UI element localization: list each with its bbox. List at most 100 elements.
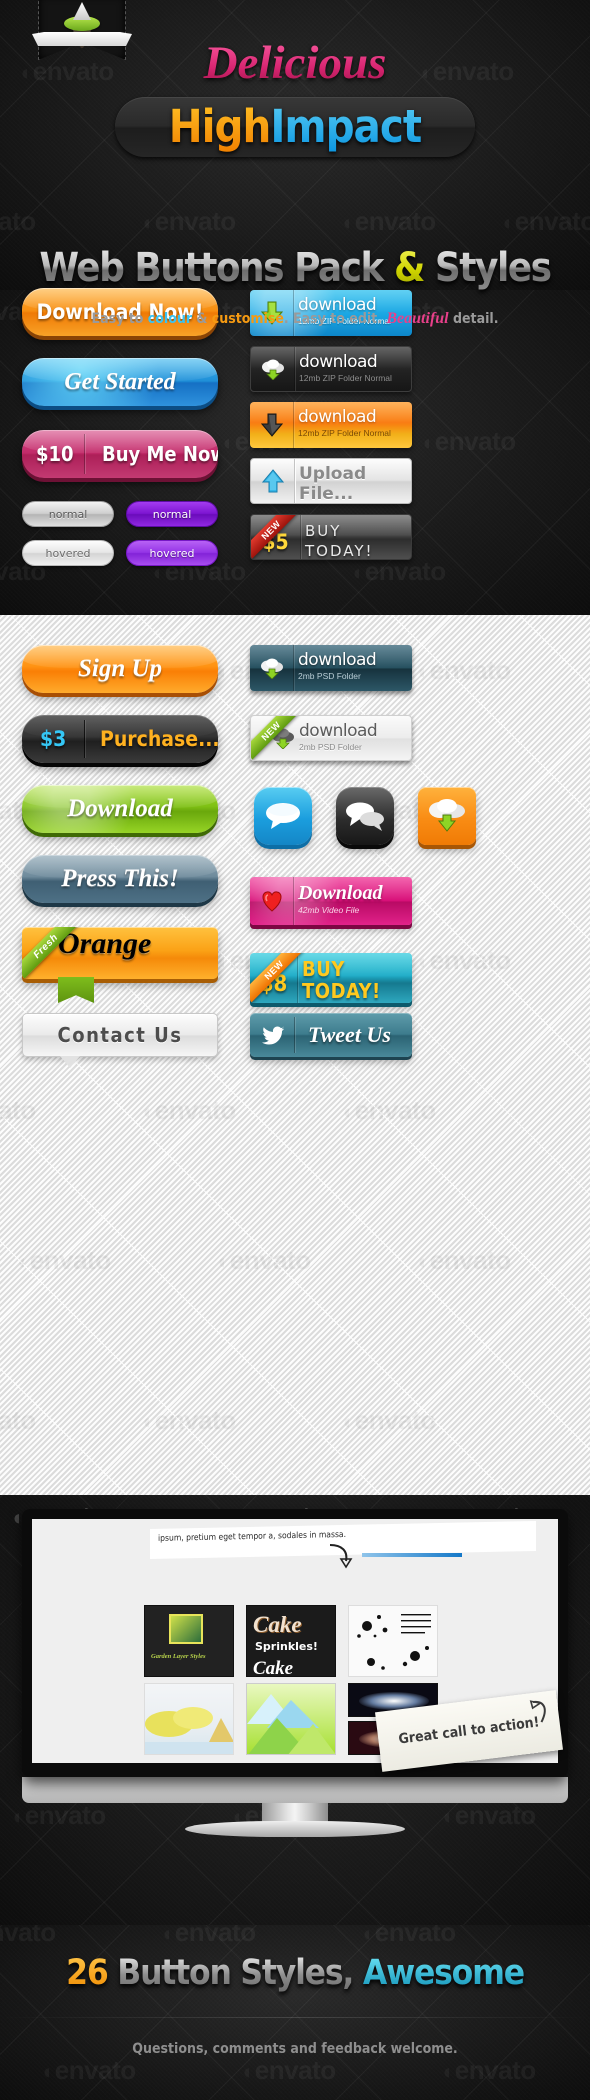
download-video-button[interactable]: Download 42mb Video File	[250, 877, 412, 925]
get-started-button[interactable]: Get Started	[22, 358, 218, 406]
chat-bubble-icon	[266, 803, 300, 829]
ribbon-banner	[32, 32, 132, 46]
watermark: envato	[440, 2055, 536, 2086]
button-text-group: BUY TODAY! Instant Fast Download	[302, 958, 408, 1003]
state-label: hovered	[45, 546, 91, 560]
footer-section: envato envato envato envato envato envat…	[0, 1925, 590, 2100]
tweet-us-label: Tweet Us	[308, 1022, 391, 1047]
upload-title: Upload File...	[299, 464, 367, 504]
tagline-b: &	[192, 311, 212, 327]
crosshatch-overlay	[0, 1925, 590, 2100]
tweet-us-button[interactable]: Tweet Us	[250, 1013, 412, 1057]
upload-file-button[interactable]: Upload File... 10mb Max Filesize	[250, 458, 412, 504]
thumbnail[interactable]	[348, 1605, 438, 1677]
thumbnail[interactable]	[144, 1683, 234, 1755]
watermark-layer: envato envato envato envato envato envat…	[0, 1925, 590, 2100]
watermark: envato	[140, 206, 236, 237]
download-amber-button[interactable]: download 12mb ZIP Folder Normal	[250, 402, 412, 448]
download-subtitle: 2mb PSD Folder	[298, 671, 361, 681]
sign-up-label: Sign Up	[77, 655, 163, 682]
page-title-part2: Styles	[423, 245, 552, 291]
showcase-section: envato envato envato envato envato envat…	[0, 1495, 590, 1925]
app-icon-sky[interactable]	[254, 787, 312, 845]
cloud-download-glyph	[260, 658, 283, 679]
download-green-button[interactable]: Download	[22, 785, 218, 833]
thumb-art	[357, 1614, 431, 1670]
new-ribbon: NEW	[250, 953, 308, 1003]
download-title: download	[299, 721, 378, 741]
new-ribbon: NEW	[251, 716, 303, 760]
watermark: envato	[340, 1405, 436, 1436]
thumbnail[interactable]: Garden Layer Styles	[144, 1605, 234, 1677]
sticky-note-text: Great call to action!	[397, 1714, 541, 1748]
download-teal-button[interactable]: download 2mb PSD Folder	[250, 645, 412, 691]
blue-up-arrow-icon	[251, 459, 295, 503]
state-silver-hovered[interactable]: hovered	[22, 540, 114, 566]
monitor-base	[185, 1821, 405, 1837]
state-silver-normal[interactable]: normal	[22, 501, 114, 527]
download-subtitle: 12mb ZIP Folder Normal	[299, 373, 392, 383]
contact-us-callout-tail	[60, 1056, 80, 1068]
press-this-button[interactable]: Press This!	[22, 855, 218, 903]
contact-us-button[interactable]: Contact Us	[22, 1013, 218, 1057]
thumbnail[interactable]: Cake Sprinkles! Cake	[246, 1605, 336, 1677]
watermark: envato	[340, 1095, 436, 1126]
poster-page: envato envato envato envato envato envat…	[0, 0, 590, 2100]
download-title: download	[298, 650, 377, 670]
cloud-download-icon	[429, 799, 465, 832]
download-black-button[interactable]: download 12mb ZIP Folder Normal	[250, 346, 412, 392]
watermark: envato	[0, 1095, 36, 1126]
two-bubbles-icon	[346, 802, 384, 831]
island-ribbon-logo	[32, 0, 132, 78]
button-text-group: download 2mb PSD Folder	[298, 650, 408, 682]
tagline-customise: customise	[211, 311, 284, 327]
button-text-group: download 12mb ZIP Folder Normal	[299, 352, 407, 384]
new-ribbon: NEW	[251, 515, 303, 559]
tagline-colour: colour	[147, 311, 193, 327]
dark-down-arrow-icon	[250, 402, 294, 448]
watermark: envato	[415, 655, 511, 686]
brand-impact-text: Impact	[270, 100, 422, 153]
green-bookmark-tab	[58, 977, 94, 1003]
watermark: envato	[140, 1095, 236, 1126]
page-title-part1: Web Buttons Pack	[39, 245, 394, 291]
button-text-group: download 2mb PSD Folder	[299, 721, 407, 753]
monitor-chin	[22, 1777, 568, 1803]
purchase-button[interactable]: $3 Purchase...	[22, 715, 218, 763]
video-title: Download	[298, 882, 383, 904]
state-purple-normal[interactable]: normal	[126, 501, 218, 527]
video-subtitle: 42mb Video File	[298, 905, 360, 915]
state-purple-hovered[interactable]: hovered	[126, 540, 218, 566]
sign-up-button[interactable]: Sign Up	[22, 645, 218, 693]
orange-button[interactable]: Fresh Orange	[22, 927, 218, 979]
download-white-button[interactable]: NEW download 2mb PSD Folder	[250, 715, 412, 761]
thumbnail[interactable]	[246, 1683, 336, 1755]
buy-today-turquoise-button[interactable]: NEW $8 BUY TODAY! Instant Fast Download	[250, 953, 412, 1003]
app-icon-orange[interactable]	[418, 787, 476, 845]
watermark: envato	[0, 206, 36, 237]
tagline-a: Easy to	[91, 311, 148, 327]
fresh-ribbon: Fresh	[22, 927, 84, 979]
dark-buttons-section: envato envato envato envato envato envat…	[0, 288, 590, 615]
thumb-art: Cake	[253, 1612, 302, 1637]
cloud-download-glyph	[261, 359, 284, 380]
download-title: download	[299, 352, 378, 372]
watermark: envato	[440, 1800, 536, 1831]
thumb-art	[247, 1694, 335, 1754]
buy-me-now-button[interactable]: $10 Buy Me Now	[22, 430, 218, 478]
purchase-label: Purchase...	[100, 727, 218, 751]
contact-us-label: Contact Us	[57, 1023, 183, 1047]
page-title: Web Buttons Pack & Styles	[0, 246, 590, 290]
watermark: envato	[360, 1925, 456, 1948]
press-this-label: Press This!	[61, 865, 179, 892]
buy-today-graphite-button[interactable]: NEW $5 BUY TODAY! Instant Fast Download	[250, 514, 412, 560]
watermark: envato	[350, 556, 446, 587]
footer-count: 26	[66, 1953, 109, 1993]
fresh-ribbon-label: Fresh	[22, 927, 80, 979]
brand-high-text: High	[168, 100, 272, 153]
blue-up-arrow-glyph	[261, 469, 284, 493]
button-text-group: download 12mb ZIP Folder Normal	[298, 407, 408, 439]
buy-title: BUY TODAY!	[302, 957, 381, 1003]
app-icon-charcoal[interactable]	[336, 787, 394, 845]
tagline: Easy to colour & customise. Easy to edit…	[0, 310, 590, 328]
